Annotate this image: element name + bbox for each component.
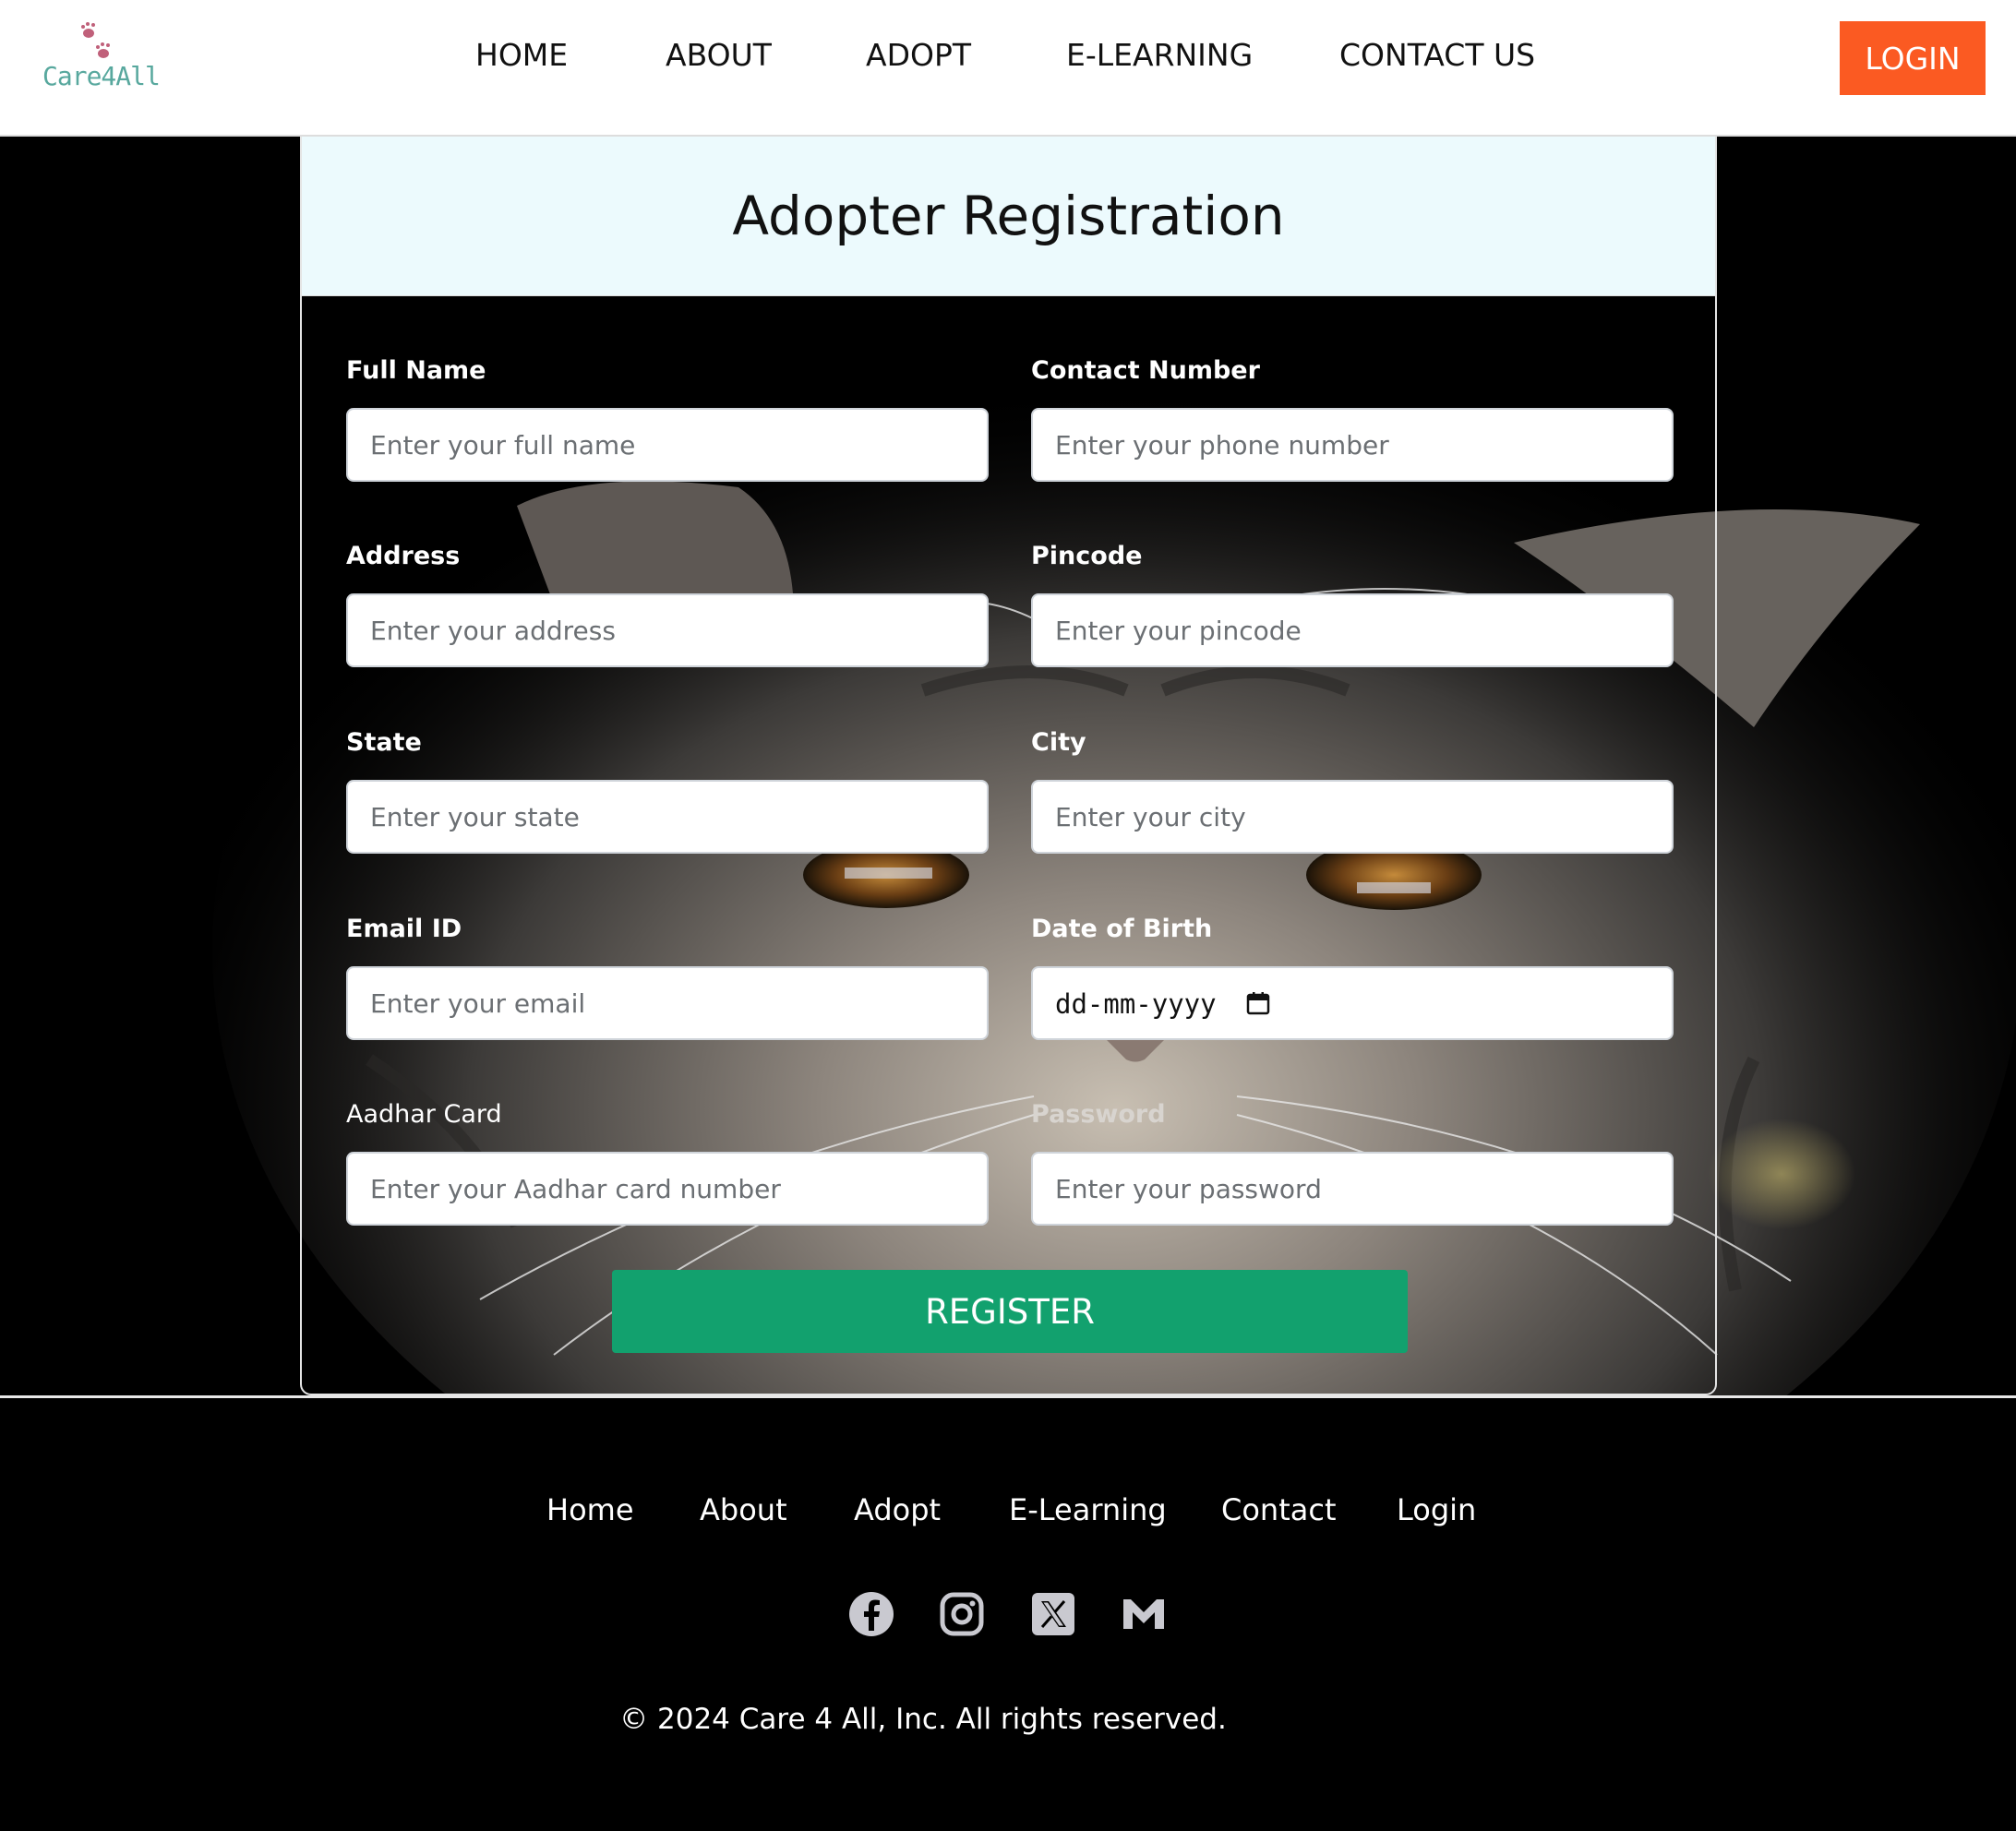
city-label: City (1031, 728, 1086, 757)
calendar-icon[interactable] (1245, 990, 1271, 1016)
nav-adopt[interactable]: ADOPT (866, 37, 971, 73)
copyright-text: © 2024 Care 4 All, Inc. All rights reser… (619, 1703, 1227, 1736)
page-title: Adopter Registration (732, 185, 1285, 247)
state-label: State (346, 728, 422, 757)
password-input[interactable] (1031, 1152, 1674, 1226)
card-header: Adopter Registration (302, 137, 1715, 296)
nav-e-learning[interactable]: E-LEARNING (1066, 37, 1253, 73)
footer-link-home[interactable]: Home (546, 1492, 634, 1527)
site-header: Care4All HOME ABOUT ADOPT E-LEARNING CON… (0, 0, 2016, 137)
password-label: Password (1031, 1100, 1166, 1129)
pincode-input[interactable] (1031, 593, 1674, 667)
address-input[interactable] (346, 593, 989, 667)
address-label: Address (346, 542, 461, 570)
register-button[interactable]: REGISTER (612, 1270, 1408, 1353)
aadhar-card-input[interactable] (346, 1152, 989, 1226)
facebook-icon[interactable] (847, 1590, 895, 1638)
date-of-birth-value: dd-mm-yyyy (1055, 988, 1217, 1020)
email-input[interactable] (346, 966, 989, 1040)
footer-link-adopt[interactable]: Adopt (854, 1492, 941, 1527)
gmail-icon[interactable] (1120, 1590, 1168, 1638)
pincode-label: Pincode (1031, 542, 1143, 570)
x-twitter-icon[interactable] (1029, 1590, 1077, 1638)
date-of-birth-label: Date of Birth (1031, 915, 1213, 943)
login-button[interactable]: LOGIN (1840, 21, 1986, 95)
footer-link-e-learning[interactable]: E-Learning (1009, 1492, 1167, 1527)
city-input[interactable] (1031, 780, 1674, 854)
date-of-birth-input[interactable]: dd-mm-yyyy (1031, 966, 1674, 1040)
state-input[interactable] (346, 780, 989, 854)
contact-number-input[interactable] (1031, 408, 1674, 482)
registration-card: Adopter Registration Full Name Contact N… (300, 137, 1717, 1395)
instagram-icon[interactable] (938, 1590, 986, 1638)
site-footer: Home About Adopt E-Learning Contact Logi… (0, 1398, 2016, 1831)
footer-link-contact[interactable]: Contact (1221, 1492, 1337, 1527)
aadhar-card-label: Aadhar Card (346, 1100, 502, 1129)
email-label: Email ID (346, 915, 462, 943)
full-name-input[interactable] (346, 408, 989, 482)
nav-about[interactable]: ABOUT (666, 37, 772, 73)
nav-contact-us[interactable]: CONTACT US (1339, 37, 1535, 73)
main-nav: HOME ABOUT ADOPT E-LEARNING CONTACT US (0, 37, 2016, 83)
full-name-label: Full Name (346, 356, 486, 385)
contact-number-label: Contact Number (1031, 356, 1260, 385)
footer-link-login[interactable]: Login (1397, 1492, 1476, 1527)
footer-link-about[interactable]: About (700, 1492, 787, 1527)
nav-home[interactable]: HOME (475, 37, 568, 73)
